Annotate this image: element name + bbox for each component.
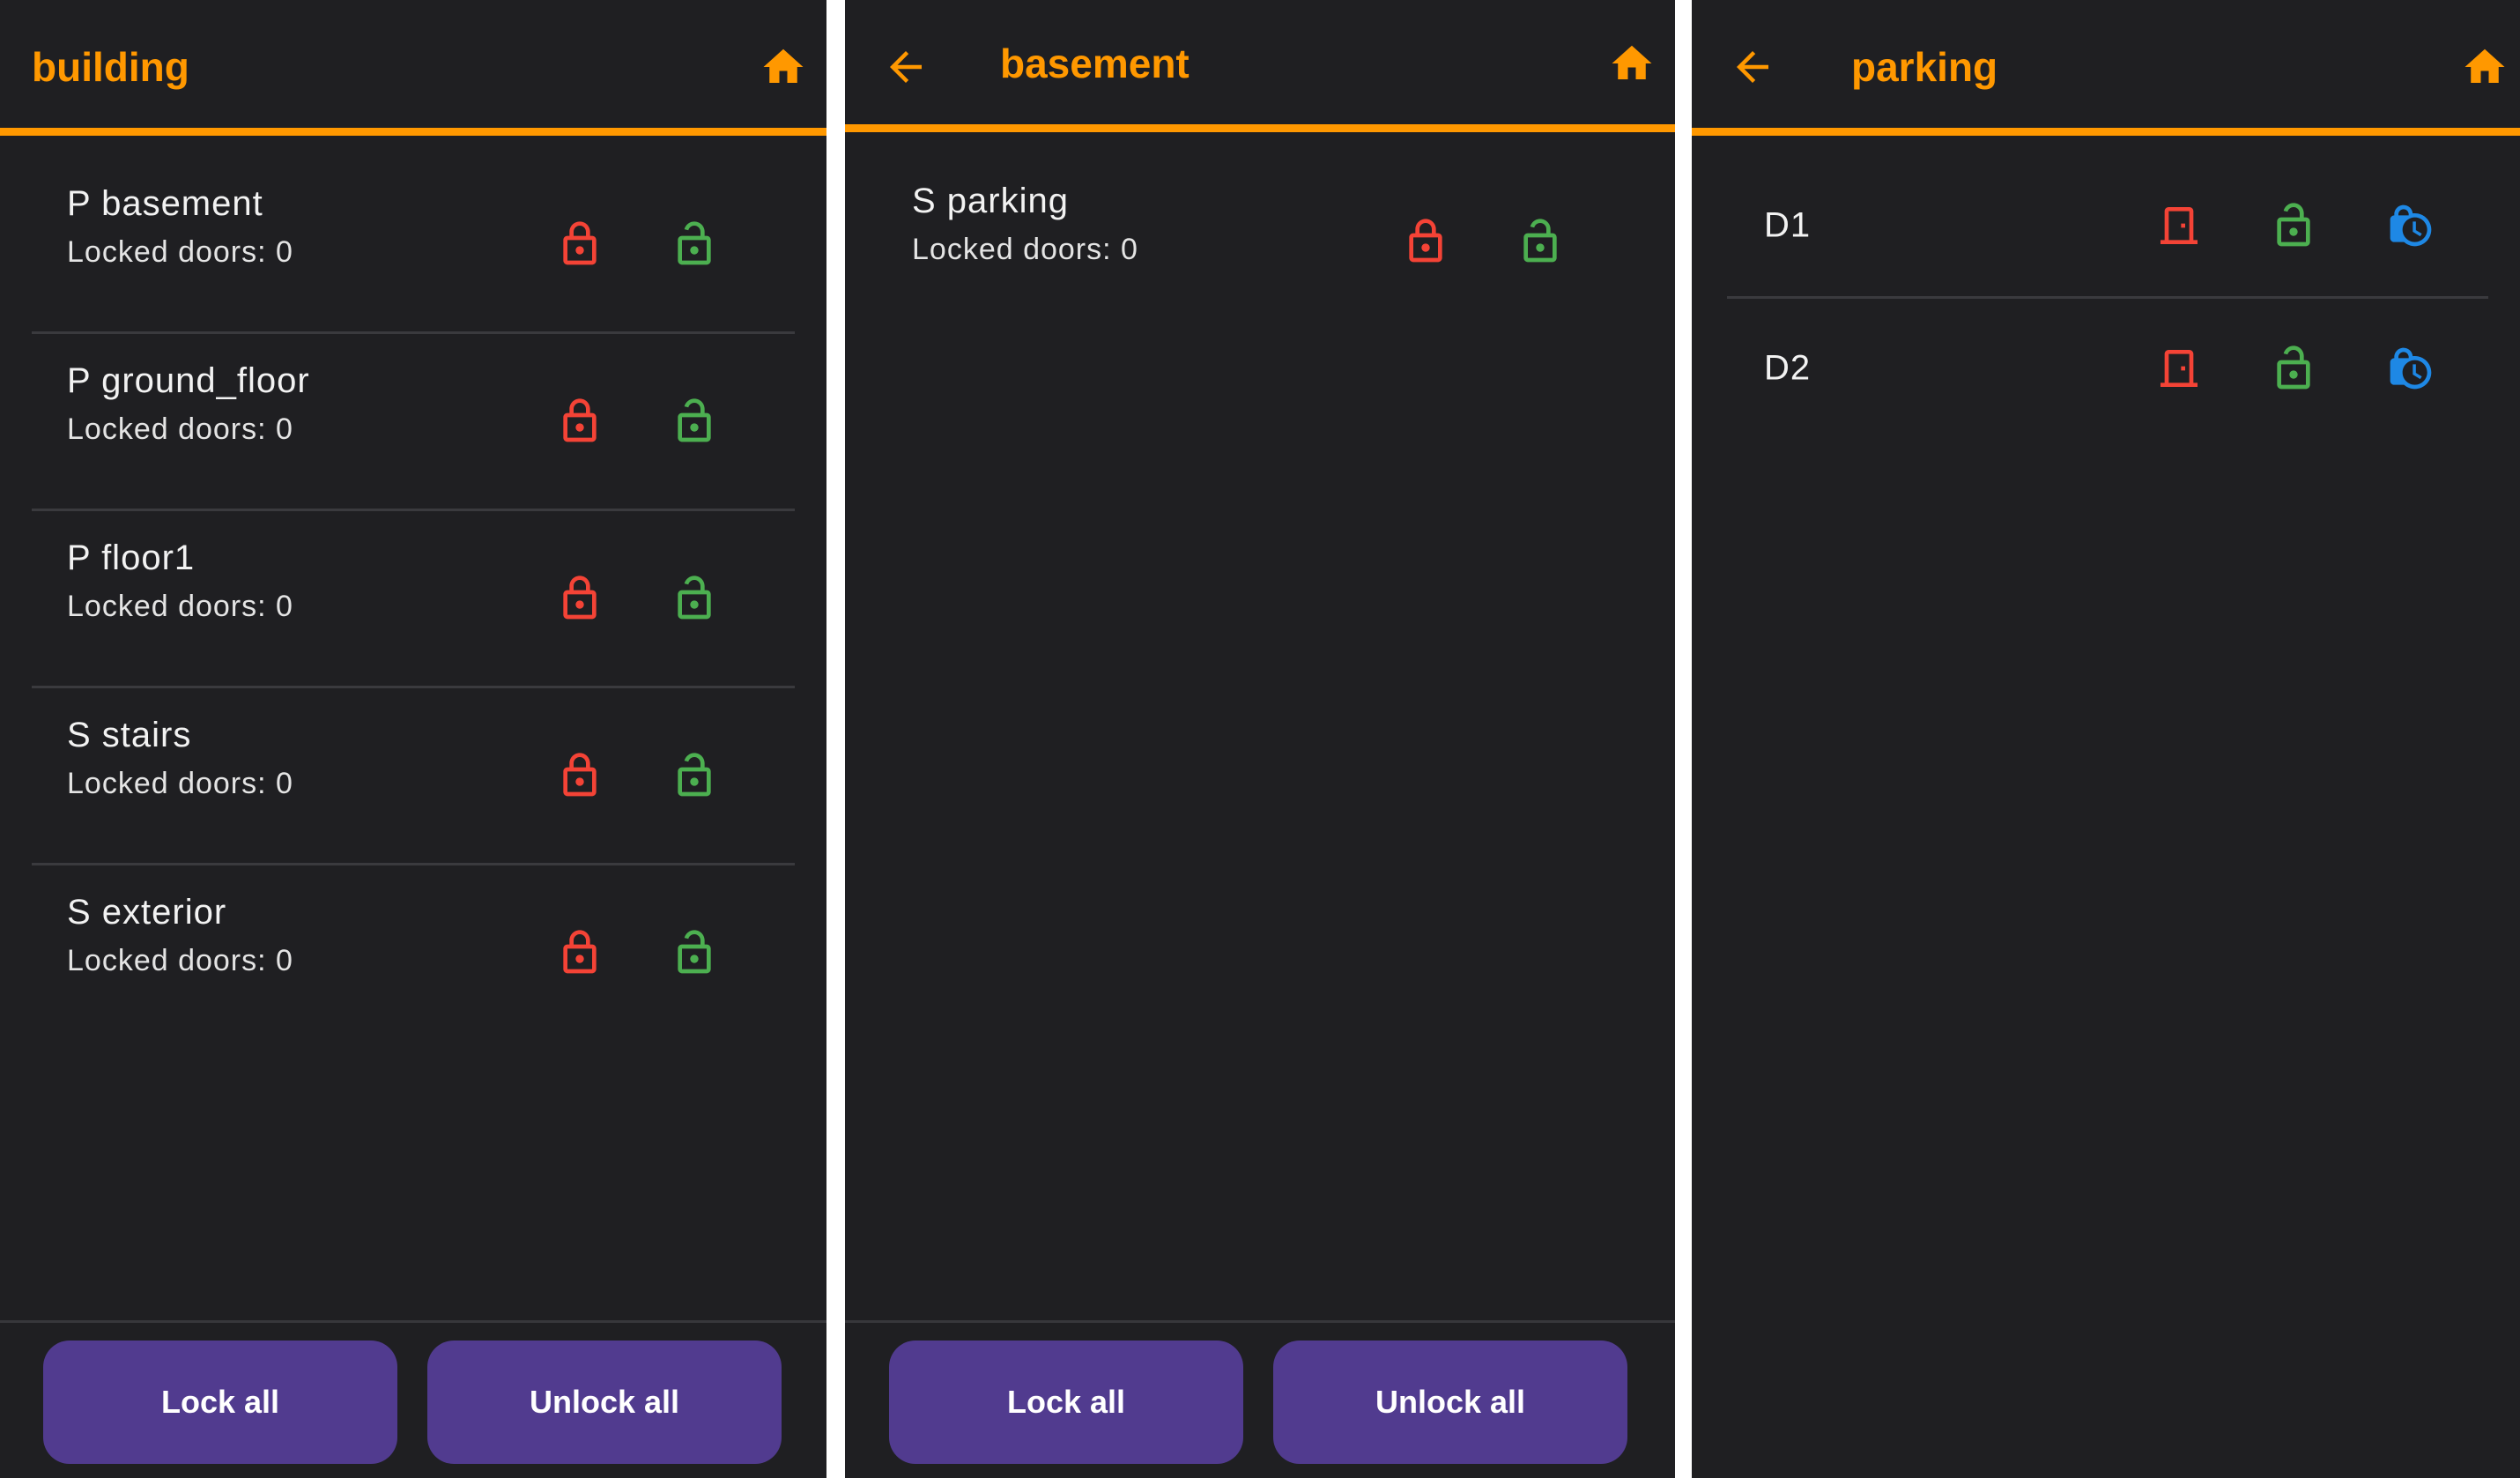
divider <box>32 331 795 334</box>
door-icon[interactable] <box>2154 201 2204 250</box>
door-row[interactable]: D1 <box>1727 155 2488 296</box>
divider <box>32 686 795 688</box>
lock-icon[interactable] <box>555 219 604 269</box>
lock-open-icon[interactable] <box>670 397 719 446</box>
lock-open-icon[interactable] <box>670 574 719 623</box>
lock-open-icon[interactable] <box>670 751 719 800</box>
lock-icon[interactable] <box>1401 217 1450 266</box>
door-row[interactable]: D2 <box>1727 298 2488 439</box>
home-icon[interactable] <box>2461 43 2509 91</box>
list-item[interactable]: P basement Locked doors: 0 <box>32 161 795 338</box>
app-bar-divider <box>1692 128 2520 136</box>
space-name: S exterior <box>67 893 227 932</box>
lock-icon[interactable] <box>555 574 604 623</box>
locked-doors-count: Locked doors: 0 <box>67 235 293 269</box>
bottom-bar: Lock all Unlock all <box>845 1320 1675 1478</box>
lock-open-icon[interactable] <box>670 928 719 977</box>
arrow-back-icon[interactable] <box>882 43 930 91</box>
unlock-all-button[interactable]: Unlock all <box>1273 1341 1627 1464</box>
bottom-bar: Lock all Unlock all <box>0 1320 826 1478</box>
app-bar-divider <box>845 124 1675 132</box>
list-item[interactable]: S exterior Locked doors: 0 <box>32 870 795 1046</box>
lock-open-icon[interactable] <box>670 219 719 269</box>
page-title: parking <box>1851 44 1998 90</box>
lock-clock-icon[interactable] <box>2386 201 2435 250</box>
app-bar: basement <box>845 0 1675 124</box>
lock-icon[interactable] <box>555 751 604 800</box>
lock-icon[interactable] <box>555 397 604 446</box>
arrow-back-icon[interactable] <box>1729 43 1776 91</box>
door-icon[interactable] <box>2154 344 2204 393</box>
space-name: S stairs <box>67 716 192 754</box>
page-title: basement <box>1000 41 1190 86</box>
space-name: P basement <box>67 184 263 223</box>
list-item[interactable]: P ground_floor Locked doors: 0 <box>32 338 795 515</box>
screen-parking: parking D1 D2 <box>1692 0 2520 1478</box>
door-name: D2 <box>1764 348 1812 388</box>
home-icon[interactable] <box>760 43 807 91</box>
locked-doors-count: Locked doors: 0 <box>67 412 293 446</box>
unlock-all-button[interactable]: Unlock all <box>427 1341 782 1464</box>
lock-open-icon[interactable] <box>1516 217 1565 266</box>
app-bar: parking <box>1692 0 2520 128</box>
page-title: building <box>32 44 189 90</box>
list-item[interactable]: P floor1 Locked doors: 0 <box>32 516 795 692</box>
home-icon[interactable] <box>1608 40 1656 87</box>
locked-doors-count: Locked doors: 0 <box>67 944 293 977</box>
app-bar-divider <box>0 128 826 136</box>
screen-building: building P basement Locked doors: 0 P gr… <box>0 0 826 1478</box>
door-name: D1 <box>1764 205 1812 245</box>
screen-basement: basement S parking Locked doors: 0 Lock … <box>845 0 1675 1478</box>
divider <box>32 863 795 865</box>
locked-doors-count: Locked doors: 0 <box>67 590 293 623</box>
space-name: S parking <box>912 182 1069 220</box>
list-item[interactable]: S stairs Locked doors: 0 <box>32 693 795 869</box>
lock-icon[interactable] <box>555 928 604 977</box>
divider <box>32 509 795 511</box>
locked-doors-count: Locked doors: 0 <box>912 233 1138 266</box>
lock-clock-icon[interactable] <box>2386 344 2435 393</box>
lock-all-button[interactable]: Lock all <box>43 1341 397 1464</box>
list-item[interactable]: S parking Locked doors: 0 <box>877 159 1643 335</box>
locked-doors-count: Locked doors: 0 <box>67 767 293 800</box>
lock-all-button[interactable]: Lock all <box>889 1341 1243 1464</box>
lock-open-icon[interactable] <box>2269 201 2318 250</box>
app-bar: building <box>0 0 826 128</box>
space-name: P ground_floor <box>67 361 310 400</box>
lock-open-icon[interactable] <box>2269 344 2318 393</box>
space-name: P floor1 <box>67 538 196 577</box>
